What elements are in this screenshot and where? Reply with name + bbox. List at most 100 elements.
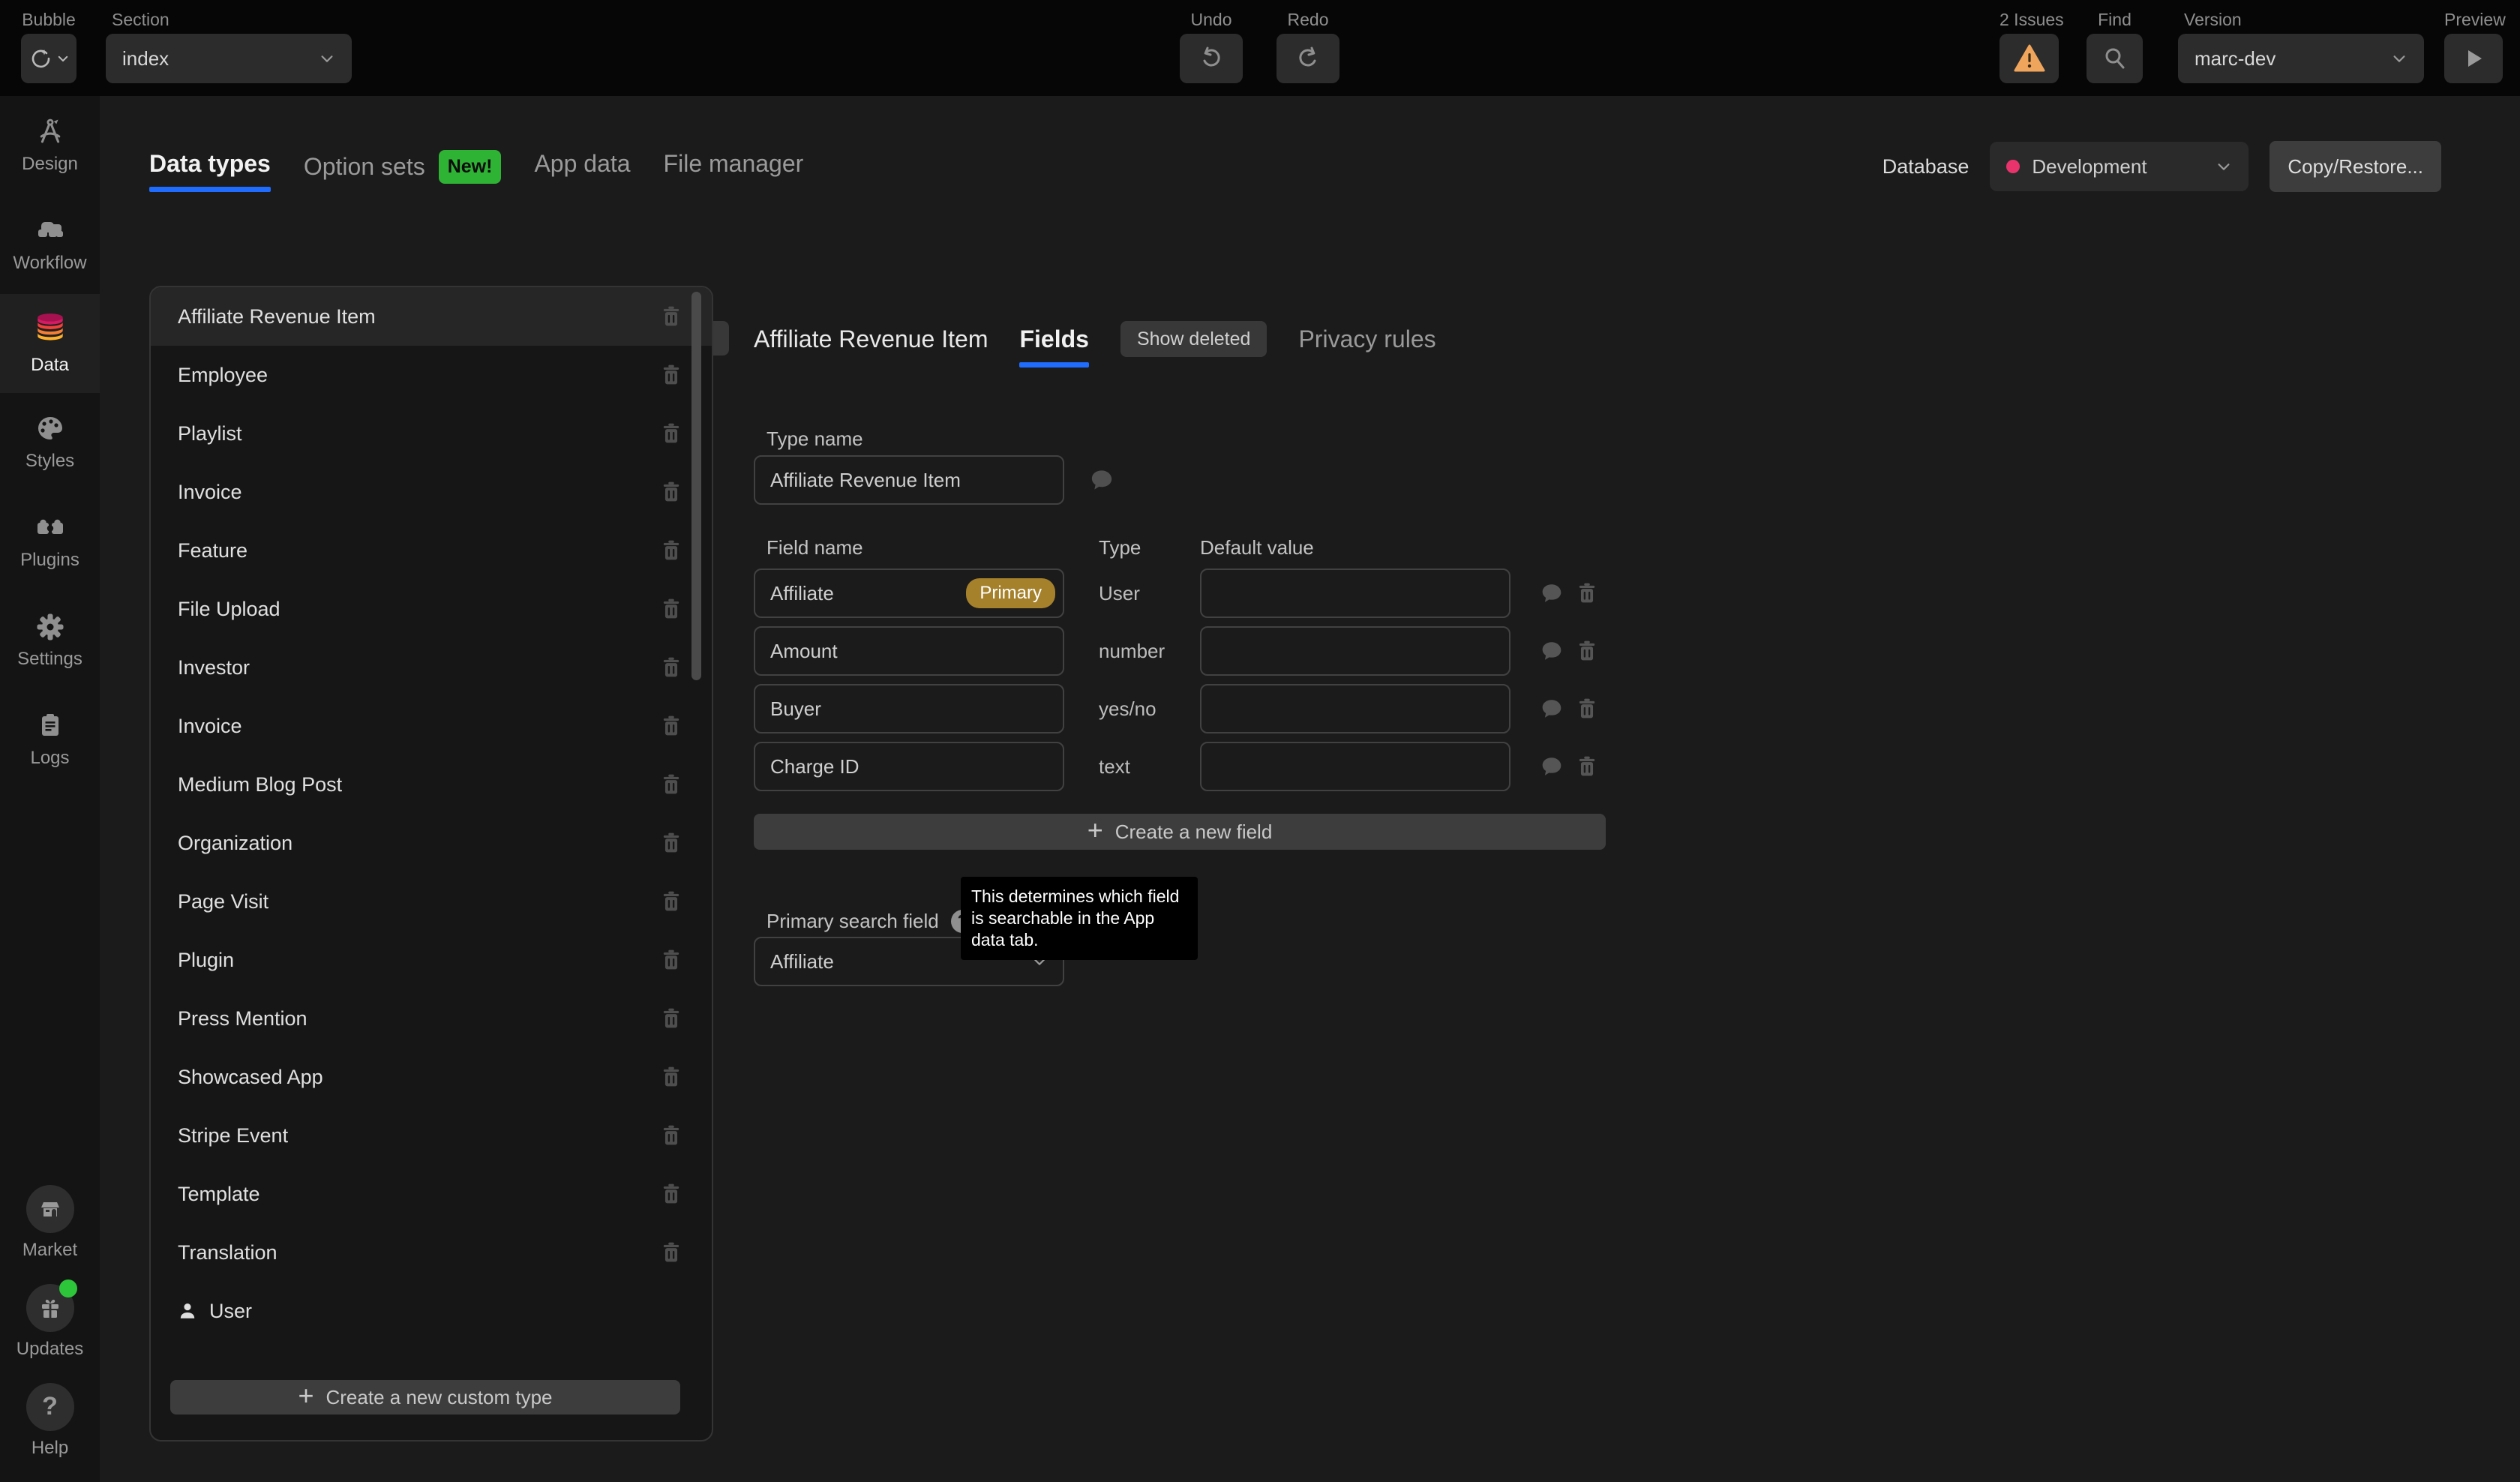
trash-icon[interactable] — [661, 1007, 682, 1030]
tab-option-sets[interactable]: Option sets New! — [304, 144, 502, 184]
custom-type-row[interactable]: Invoice — [151, 463, 712, 521]
sidebar-item-design[interactable]: Design — [0, 96, 100, 195]
sidebar-item-logs[interactable]: Logs — [0, 690, 100, 789]
show-deleted-fields-button[interactable]: Show deleted — [1120, 321, 1268, 357]
custom-type-row[interactable]: Press Mention — [151, 989, 712, 1048]
sidebar-item-updates[interactable]: Updates — [0, 1272, 100, 1371]
trash-icon[interactable] — [1576, 755, 1598, 778]
trash-icon[interactable] — [1576, 698, 1598, 720]
custom-type-label: Feature — [178, 539, 248, 562]
tab-app-data[interactable]: App data — [534, 144, 630, 178]
trash-icon[interactable] — [661, 598, 682, 620]
default-value-input[interactable] — [1200, 742, 1510, 791]
trash-icon[interactable] — [661, 422, 682, 445]
redo-group: Redo — [1276, 9, 1340, 83]
create-field-button[interactable]: + Create a new field — [754, 814, 1606, 850]
custom-type-row[interactable]: Medium Blog Post — [151, 755, 712, 814]
sidebar-item-help[interactable]: ? Help — [0, 1371, 100, 1470]
default-value-input[interactable] — [1200, 568, 1510, 618]
custom-type-row[interactable]: Showcased App — [151, 1048, 712, 1106]
redo-button[interactable] — [1276, 34, 1340, 83]
comment-icon[interactable] — [1090, 469, 1114, 491]
custom-type-row[interactable]: File Upload — [151, 580, 712, 638]
custom-type-row[interactable]: Investor — [151, 638, 712, 697]
custom-type-row[interactable]: Invoice — [151, 697, 712, 755]
comment-icon[interactable] — [1540, 756, 1563, 777]
trash-icon[interactable] — [661, 890, 682, 913]
type-editor-body: Type name Field name Type Default value … — [754, 427, 1729, 986]
trash-icon[interactable] — [661, 949, 682, 971]
trash-icon[interactable] — [1576, 640, 1598, 662]
custom-type-row[interactable]: Page Visit — [151, 872, 712, 931]
trash-icon[interactable] — [661, 1066, 682, 1088]
custom-type-row[interactable]: Affiliate Revenue Item — [151, 287, 712, 346]
environment-select[interactable]: Development — [1990, 142, 2248, 191]
custom-type-row[interactable]: Translation — [151, 1223, 712, 1282]
left-sidebar: Design Workflow Data — [0, 96, 100, 1482]
field-name-input[interactable] — [754, 742, 1064, 791]
type-name-input[interactable] — [754, 455, 1064, 505]
custom-type-row[interactable]: Employee — [151, 346, 712, 404]
tab-fields[interactable]: Fields — [1019, 321, 1088, 368]
custom-type-row[interactable]: Template — [151, 1165, 712, 1223]
undo-icon — [1198, 45, 1225, 72]
field-type-label: yes/no — [1099, 698, 1200, 721]
tab-data-types[interactable]: Data types — [149, 144, 271, 192]
custom-type-row[interactable]: Feature — [151, 521, 712, 580]
trash-icon[interactable] — [661, 832, 682, 854]
sidebar-item-data[interactable]: Data — [0, 294, 100, 393]
custom-type-row[interactable]: User — [151, 1282, 712, 1340]
sidebar-item-label: Plugins — [20, 550, 80, 571]
trash-icon[interactable] — [661, 1183, 682, 1205]
sidebar-item-workflow[interactable]: Workflow — [0, 195, 100, 294]
default-value-input[interactable] — [1200, 626, 1510, 676]
field-name-input[interactable] — [754, 684, 1064, 734]
comment-icon[interactable] — [1540, 640, 1563, 662]
issues-button[interactable] — [2000, 34, 2059, 83]
field-name-input[interactable] — [754, 626, 1064, 676]
trash-icon[interactable] — [661, 539, 682, 562]
preview-button[interactable] — [2444, 34, 2503, 83]
trash-icon[interactable] — [661, 1241, 682, 1264]
default-value-input[interactable] — [1200, 684, 1510, 734]
field-type-label: User — [1099, 582, 1200, 605]
primary-search-field-label: Primary search field — [754, 910, 939, 933]
version-select[interactable]: marc-dev — [2178, 34, 2424, 83]
trash-icon[interactable] — [661, 1124, 682, 1147]
custom-type-row[interactable]: Plugin — [151, 931, 712, 989]
sidebar-item-settings[interactable]: Settings — [0, 591, 100, 690]
comment-icon[interactable] — [1540, 698, 1563, 719]
types-list-scrollbar[interactable] — [692, 292, 701, 680]
section-select[interactable]: index — [106, 34, 352, 83]
trash-icon[interactable] — [661, 305, 682, 328]
tab-privacy-rules[interactable]: Privacy rules — [1298, 321, 1436, 353]
sidebar-item-styles[interactable]: Styles — [0, 393, 100, 492]
custom-type-row[interactable]: Playlist — [151, 404, 712, 463]
custom-type-label: File Upload — [178, 598, 280, 621]
find-button[interactable] — [2086, 34, 2143, 83]
tab-file-manager[interactable]: File manager — [664, 144, 804, 178]
sidebar-item-market[interactable]: Market — [0, 1173, 100, 1272]
trash-icon[interactable] — [661, 481, 682, 503]
bubble-refresh-button[interactable] — [21, 34, 76, 83]
comment-icon[interactable] — [1540, 583, 1563, 604]
custom-type-label: Medium Blog Post — [178, 773, 342, 796]
create-custom-type-button[interactable]: + Create a new custom type — [170, 1380, 680, 1414]
updates-badge-dot — [59, 1280, 77, 1298]
undo-button[interactable] — [1180, 34, 1243, 83]
chevron-down-icon — [56, 52, 70, 65]
custom-type-row[interactable]: Stripe Event — [151, 1106, 712, 1165]
custom-type-label: Press Mention — [178, 1007, 308, 1030]
custom-type-label: Invoice — [178, 715, 242, 738]
database-label: Database — [1882, 155, 1970, 178]
custom-type-row[interactable]: Organization — [151, 814, 712, 872]
sidebar-item-label: Logs — [30, 748, 69, 769]
copy-restore-button[interactable]: Copy/Restore... — [2270, 141, 2441, 192]
trash-icon[interactable] — [661, 715, 682, 737]
trash-icon[interactable] — [661, 364, 682, 386]
trash-icon[interactable] — [1576, 582, 1598, 604]
issues-group: 2 Issues — [2000, 9, 2064, 83]
trash-icon[interactable] — [661, 656, 682, 679]
sidebar-item-plugins[interactable]: Plugins — [0, 492, 100, 591]
trash-icon[interactable] — [661, 773, 682, 796]
